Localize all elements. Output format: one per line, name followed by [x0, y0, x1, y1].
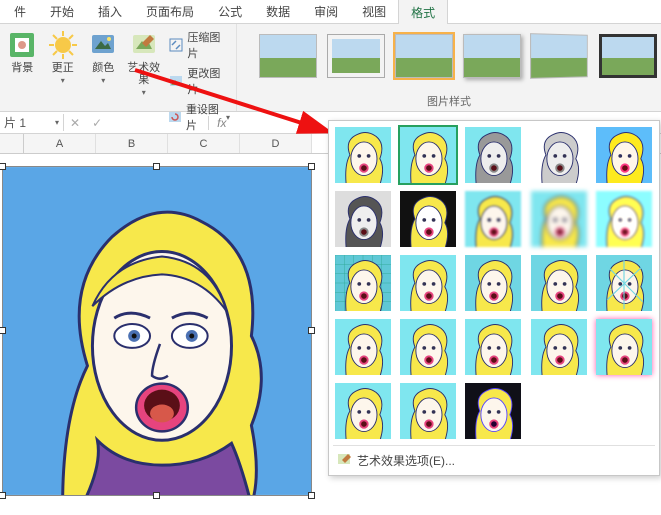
- artistic-effect-thumb[interactable]: [463, 189, 523, 249]
- artistic-effect-thumb[interactable]: [594, 125, 654, 185]
- tab-insert[interactable]: 插入: [86, 0, 134, 24]
- artistic-effect-thumb[interactable]: [333, 189, 393, 249]
- artistic-effect-thumb[interactable]: [333, 317, 393, 377]
- artistic-effect-thumb[interactable]: [333, 381, 393, 441]
- remove-background-label: 背景: [11, 62, 33, 74]
- options-icon: [337, 452, 351, 469]
- group-adjust: 背景 更正 ▾ 颜色 ▾ 艺术效果 ▾: [0, 24, 237, 111]
- picture-style-item[interactable]: [259, 34, 317, 78]
- artistic-effect-thumb[interactable]: [594, 317, 654, 377]
- corrections-label: 更正: [52, 62, 74, 74]
- remove-background-button[interactable]: 背景: [4, 26, 40, 74]
- picture-style-item[interactable]: [530, 33, 588, 79]
- artistic-effects-button[interactable]: 艺术效果 ▾: [125, 26, 161, 97]
- artistic-effect-thumb[interactable]: [594, 189, 654, 249]
- tab-page-layout[interactable]: 页面布局: [134, 0, 206, 24]
- resize-handle[interactable]: [308, 163, 315, 170]
- artistic-effect-thumb[interactable]: [398, 381, 458, 441]
- picture-styles-gallery[interactable]: [241, 26, 657, 78]
- color-label: 颜色: [92, 62, 114, 74]
- tab-review[interactable]: 审阅: [302, 0, 350, 24]
- tab-view[interactable]: 视图: [350, 0, 398, 24]
- picture-style-item[interactable]: [327, 34, 385, 78]
- resize-handle[interactable]: [0, 492, 6, 499]
- tab-format[interactable]: 格式: [398, 0, 448, 26]
- artistic-effect-thumb[interactable]: [529, 317, 589, 377]
- corrections-button[interactable]: 更正 ▾: [44, 26, 80, 85]
- change-picture-label: 更改图片: [187, 65, 230, 97]
- artistic-effect-thumb[interactable]: [398, 189, 458, 249]
- group-picture-styles: 图片样式: [237, 24, 661, 111]
- artistic-effect-thumb[interactable]: [398, 125, 458, 185]
- reset-picture-icon: [168, 109, 182, 125]
- tab-file[interactable]: 件: [2, 0, 38, 24]
- reset-picture-button[interactable]: 重设图片 ▾: [166, 100, 232, 134]
- picture-style-item[interactable]: [463, 34, 521, 78]
- ribbon-tabs: 件 开始 插入 页面布局 公式 数据 审阅 视图 格式: [0, 0, 661, 24]
- chevron-down-icon: ▾: [142, 88, 146, 97]
- artistic-effects-icon: [129, 30, 159, 60]
- column-header[interactable]: C: [168, 134, 240, 153]
- chevron-down-icon: ▾: [226, 113, 230, 122]
- resize-handle[interactable]: [308, 327, 315, 334]
- artistic-effect-thumb[interactable]: [529, 189, 589, 249]
- compress-pictures-button[interactable]: 压缩图片: [166, 28, 232, 62]
- color-icon: [88, 30, 118, 60]
- artistic-effects-options-label: 艺术效果选项(E)...: [357, 452, 455, 469]
- tab-home[interactable]: 开始: [38, 0, 86, 24]
- select-all-corner[interactable]: [0, 134, 24, 153]
- chevron-down-icon: ▾: [101, 76, 105, 85]
- tab-data[interactable]: 数据: [254, 0, 302, 24]
- resize-handle[interactable]: [0, 163, 6, 170]
- resize-handle[interactable]: [308, 492, 315, 499]
- artistic-effect-thumb[interactable]: [463, 317, 523, 377]
- color-button[interactable]: 颜色 ▾: [85, 26, 121, 85]
- resize-handle[interactable]: [153, 492, 160, 499]
- change-picture-icon: [168, 73, 183, 89]
- artistic-effects-options-button[interactable]: 艺术效果选项(E)...: [333, 445, 655, 471]
- artistic-effect-thumb[interactable]: [463, 381, 523, 441]
- resize-handle[interactable]: [0, 327, 6, 334]
- artistic-effect-thumb[interactable]: [529, 253, 589, 313]
- artistic-effects-label: 艺术效果: [125, 62, 161, 86]
- artistic-effect-thumb[interactable]: [529, 125, 589, 185]
- picture-style-item[interactable]: [395, 34, 453, 78]
- reset-picture-label: 重设图片: [186, 101, 222, 133]
- corrections-icon: [48, 30, 78, 60]
- compress-label: 压缩图片: [187, 29, 230, 61]
- ribbon: 背景 更正 ▾ 颜色 ▾ 艺术效果 ▾: [0, 24, 661, 112]
- column-header[interactable]: B: [96, 134, 168, 153]
- group-styles-label: 图片样式: [241, 91, 657, 111]
- artistic-effects-gallery: 艺术效果选项(E)...: [328, 120, 660, 476]
- artistic-effect-thumb[interactable]: [594, 253, 654, 313]
- resize-handle[interactable]: [153, 163, 160, 170]
- picture-style-item[interactable]: [599, 34, 657, 78]
- column-header[interactable]: A: [24, 134, 96, 153]
- artistic-effect-thumb[interactable]: [333, 253, 393, 313]
- column-header[interactable]: D: [240, 134, 312, 153]
- artistic-effect-thumb[interactable]: [398, 253, 458, 313]
- change-picture-button[interactable]: 更改图片: [166, 64, 232, 98]
- chevron-down-icon: ▾: [61, 76, 65, 85]
- artistic-effect-thumb[interactable]: [333, 125, 393, 185]
- remove-background-icon: [7, 30, 37, 60]
- selected-picture[interactable]: [2, 166, 312, 496]
- artistic-effect-thumb[interactable]: [463, 253, 523, 313]
- artistic-effect-thumb[interactable]: [463, 125, 523, 185]
- artistic-effect-thumb[interactable]: [398, 317, 458, 377]
- compress-icon: [168, 37, 183, 53]
- tab-formulas[interactable]: 公式: [206, 0, 254, 24]
